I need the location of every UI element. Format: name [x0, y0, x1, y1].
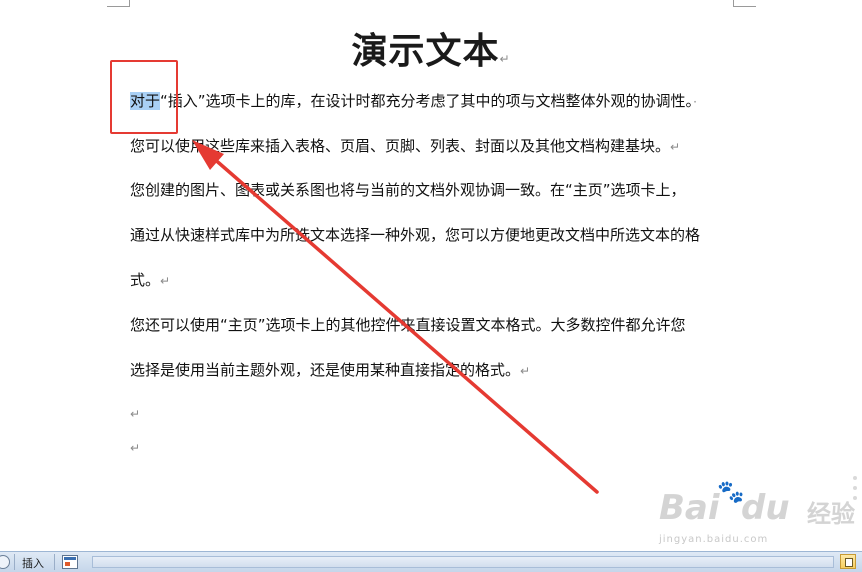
status-separator [54, 554, 55, 570]
scroll-grip [853, 470, 859, 530]
watermark-logo-text-2: du [741, 488, 790, 528]
watermark-logo-text: Bai [659, 488, 720, 528]
annotation-arrow [192, 140, 599, 494]
watermark-jingyan: 经验 [807, 500, 855, 528]
status-separator [14, 554, 15, 570]
document-page[interactable]: 演示文本↵ 对于“插入”选项卡上的库，在设计时都充分考虑了其中的项与文档整体外观… [0, 0, 862, 551]
baidu-jingyan-watermark: Bai 🐾 du 经验 jingyan.baidu.com [655, 478, 855, 550]
horizontal-scrollbar[interactable] [92, 556, 834, 568]
print-layout-icon[interactable] [840, 554, 856, 569]
status-left-icon[interactable] [0, 555, 10, 569]
insert-mode-indicator[interactable]: 插入 [22, 555, 44, 571]
status-bar: 插入 [0, 551, 862, 572]
watermark-url: jingyan.baidu.com [659, 534, 769, 545]
macro-record-icon[interactable] [62, 555, 78, 569]
